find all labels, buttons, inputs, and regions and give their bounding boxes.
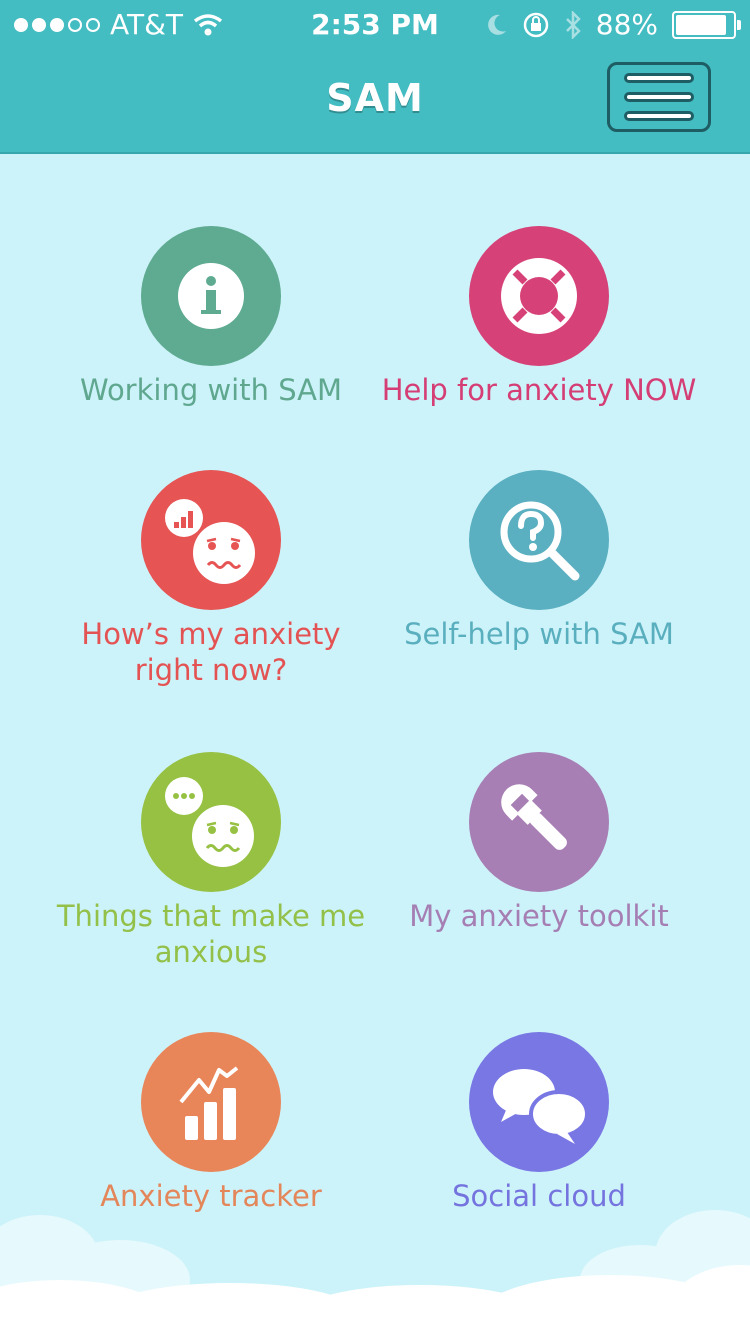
tile-icon-circle[interactable] [469,226,609,366]
info-icon [178,263,244,329]
tile-social-cloud[interactable]: Social cloud [374,1032,704,1214]
anxious-face-rating-icon [165,499,255,584]
top-bar: AT&T 2:53 PM 88% SAM [0,0,750,154]
hamburger-icon [624,73,694,83]
hamburger-icon-bar [624,111,694,121]
tile-icon-circle[interactable] [141,470,281,610]
battery-icon [672,10,741,39]
tile-icon-circle[interactable] [141,1032,281,1172]
lifebuoy-icon [501,258,577,334]
tile-label: Things that make me anxious [56,899,366,969]
tile-working-with-sam[interactable]: Working with SAM [46,226,376,408]
rotation-lock-icon [523,12,549,37]
tile-things-that-make-me-anxious[interactable]: Things that make me anxious [46,752,376,970]
tile-icon-circle[interactable] [141,752,281,892]
tile-help-for-anxiety-now[interactable]: Help for anxiety NOW [374,226,704,408]
moon-icon [487,14,506,35]
anxious-face-thought-icon [165,777,254,867]
status-bar: AT&T 2:53 PM 88% [0,0,750,50]
tile-icon-circle[interactable] [469,470,609,610]
tile-icon-circle[interactable] [141,226,281,366]
bluetooth-icon [565,10,581,39]
tile-my-anxiety-toolkit[interactable]: My anxiety toolkit [374,752,704,934]
speech-bubbles-icon [493,1069,589,1144]
tile-self-help-with-sam[interactable]: Self-help with SAM [374,470,704,652]
hamburger-icon-bar [624,92,694,102]
tile-label: Self-help with SAM [404,617,674,651]
tile-label: How’s my anxiety right now? [81,617,341,687]
magnifier-question-icon [500,501,580,581]
tile-anxiety-tracker[interactable]: Anxiety tracker [46,1032,376,1214]
tile-icon-circle[interactable] [469,752,609,892]
tile-label: Help for anxiety NOW [381,373,697,407]
tile-label: Working with SAM [79,373,343,407]
tile-hows-my-anxiety[interactable]: How’s my anxiety right now? [46,470,376,688]
bar-chart-icon [179,1066,239,1140]
tile-icon-circle[interactable] [469,1032,609,1172]
wrench-icon [501,784,567,850]
menu-button[interactable] [607,62,711,132]
tile-label: My anxiety toolkit [409,899,669,933]
battery-percent: 88% [595,8,658,41]
cloud-decoration [0,1210,750,1334]
